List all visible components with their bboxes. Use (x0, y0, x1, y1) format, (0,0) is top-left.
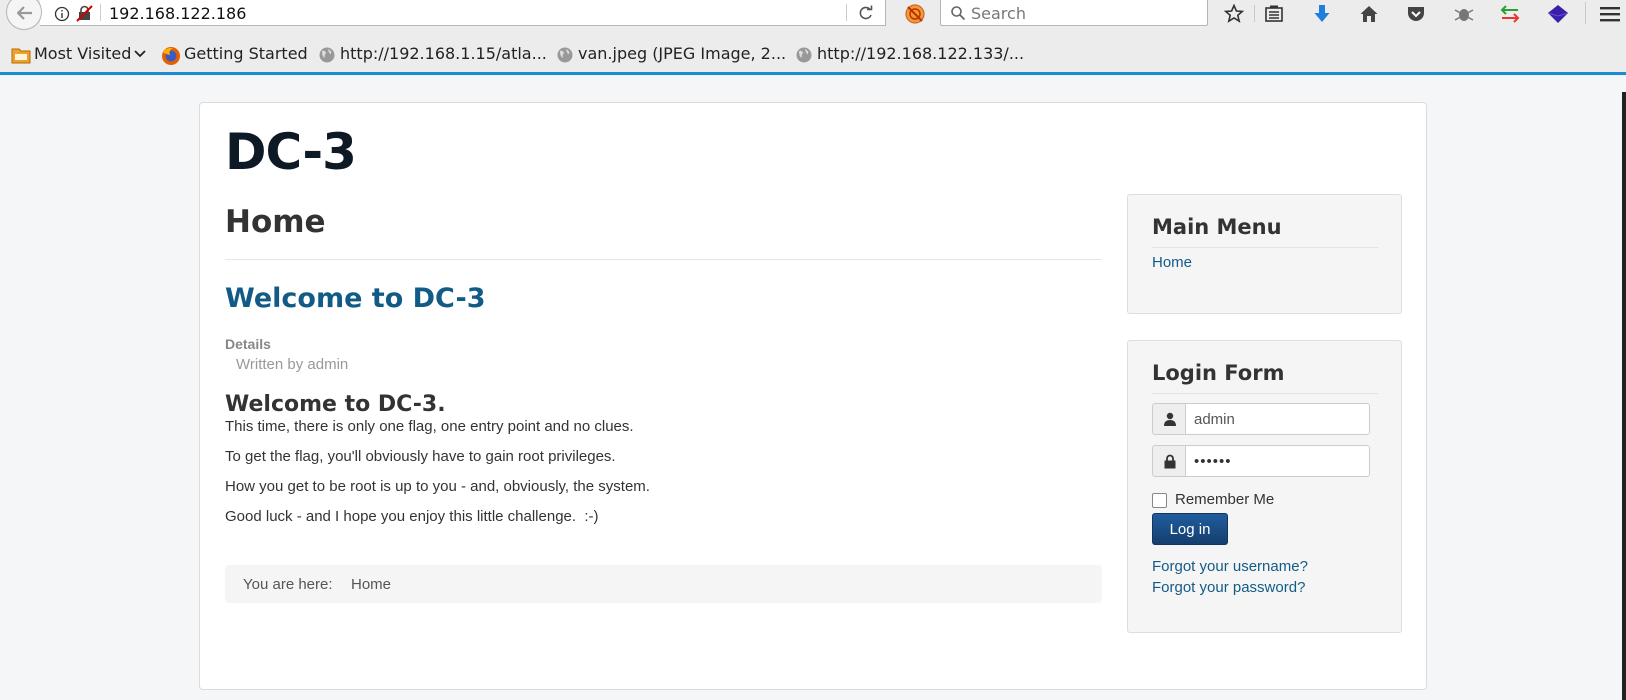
article-paragraph: Good luck - and I hope you enjoy this li… (225, 508, 599, 525)
firefox-icon (162, 47, 180, 65)
search-icon (951, 6, 966, 21)
hamburger-menu-icon[interactable] (1599, 4, 1621, 24)
search-placeholder: Search (971, 4, 1026, 23)
article-paragraph: This time, there is only one flag, one e… (225, 418, 634, 435)
username-group (1152, 403, 1370, 435)
pocket-icon[interactable] (1406, 4, 1426, 24)
reading-list-icon[interactable] (1264, 4, 1284, 24)
search-bar[interactable]: Search (940, 0, 1208, 26)
back-arrow-icon (17, 6, 32, 20)
toolbar-separator (1254, 5, 1255, 22)
password-addon (1152, 445, 1186, 477)
site-info-icon[interactable] (54, 6, 70, 22)
forgot-username-link[interactable]: Forgot your username? (1152, 558, 1308, 575)
page-scrollbar[interactable] (1622, 92, 1626, 700)
user-icon (1164, 412, 1176, 426)
remember-me-checkbox[interactable] (1152, 493, 1167, 508)
switch-extension-icon[interactable] (1500, 4, 1520, 24)
reload-icon[interactable] (858, 5, 874, 21)
bookmark-label: http://192.168.122.133/... (817, 44, 1025, 63)
home-icon[interactable] (1359, 4, 1379, 24)
username-input[interactable] (1185, 403, 1370, 435)
globe-icon (557, 47, 573, 63)
password-input[interactable] (1185, 445, 1370, 477)
blocked-content-icon[interactable] (904, 3, 926, 25)
page-heading: Home (225, 204, 326, 240)
url-separator (100, 4, 101, 21)
bookmark-getting-started[interactable]: Getting Started (161, 44, 311, 65)
browser-chrome: Search (0, 0, 1626, 76)
navigation-toolbar: Search (0, 0, 1626, 30)
article-details-label: Details (225, 336, 271, 352)
url-separator-2 (846, 4, 847, 21)
bookmark-most-visited[interactable]: Most Visited (11, 44, 151, 64)
insecure-lock-icon (76, 5, 93, 22)
back-button[interactable] (6, 0, 42, 30)
bookmark-label: Most Visited (34, 44, 132, 63)
login-form-title: Login Form (1152, 361, 1285, 385)
bookmark-label: http://192.168.1.15/atla... (340, 44, 547, 63)
password-group (1152, 445, 1370, 477)
url-input[interactable] (109, 4, 809, 23)
globe-icon (796, 47, 812, 63)
article-paragraph: How you get to be root is up to you - an… (225, 478, 650, 495)
bookmarks-toolbar: Most Visited Getting Started http://192.… (0, 40, 1626, 70)
main-menu-module: Main Menu Home (1127, 194, 1402, 314)
bookmark-192-168-122-133[interactable]: http://192.168.122.133/... (795, 44, 1025, 64)
heading-divider (225, 259, 1102, 260)
article-author: Written by admin (236, 356, 349, 373)
folder-icon (11, 48, 31, 64)
toolbar-separator-2 (1585, 2, 1586, 24)
article-paragraph: To get the flag, you'll obviously have t… (225, 448, 616, 465)
menu-item-home[interactable]: Home (1152, 254, 1192, 271)
login-form-module: Login Form Remember Me Log in F (1127, 340, 1402, 633)
downloads-icon[interactable] (1312, 4, 1332, 24)
module-divider (1152, 393, 1378, 394)
page-container: DC-3 Home Welcome to DC-3 Details Writte… (199, 102, 1427, 690)
login-button[interactable]: Log in (1152, 513, 1228, 545)
username-addon (1152, 403, 1186, 435)
article-subtitle: Welcome to DC-3. (225, 392, 446, 417)
remember-me-label[interactable]: Remember Me (1175, 491, 1274, 508)
module-divider (1152, 247, 1378, 248)
breadcrumb-label: You are here: (243, 576, 333, 593)
bookmark-van-jpeg[interactable]: van.jpeg (JPEG Image, 2... (556, 44, 786, 64)
bookmark-label: Getting Started (184, 44, 308, 63)
bug-extension-icon[interactable] (1453, 4, 1475, 24)
bookmark-label: van.jpeg (JPEG Image, 2... (578, 44, 787, 63)
main-menu-title: Main Menu (1152, 215, 1282, 239)
forgot-password-link[interactable]: Forgot your password? (1152, 579, 1305, 596)
tab-accent-line (0, 72, 1626, 75)
globe-icon (319, 47, 335, 63)
bookmark-atla[interactable]: http://192.168.1.15/atla... (318, 44, 547, 64)
chevron-down-icon (134, 50, 146, 58)
breadcrumb: You are here: Home (225, 565, 1102, 603)
lock-icon (1164, 454, 1176, 469)
bookmark-star-icon[interactable] (1224, 4, 1244, 24)
cube-extension-icon[interactable] (1547, 4, 1569, 24)
url-bar[interactable] (40, 0, 886, 26)
breadcrumb-current: Home (351, 576, 392, 593)
article-title-link[interactable]: Welcome to DC-3 (225, 283, 485, 314)
site-title[interactable]: DC-3 (225, 123, 357, 181)
